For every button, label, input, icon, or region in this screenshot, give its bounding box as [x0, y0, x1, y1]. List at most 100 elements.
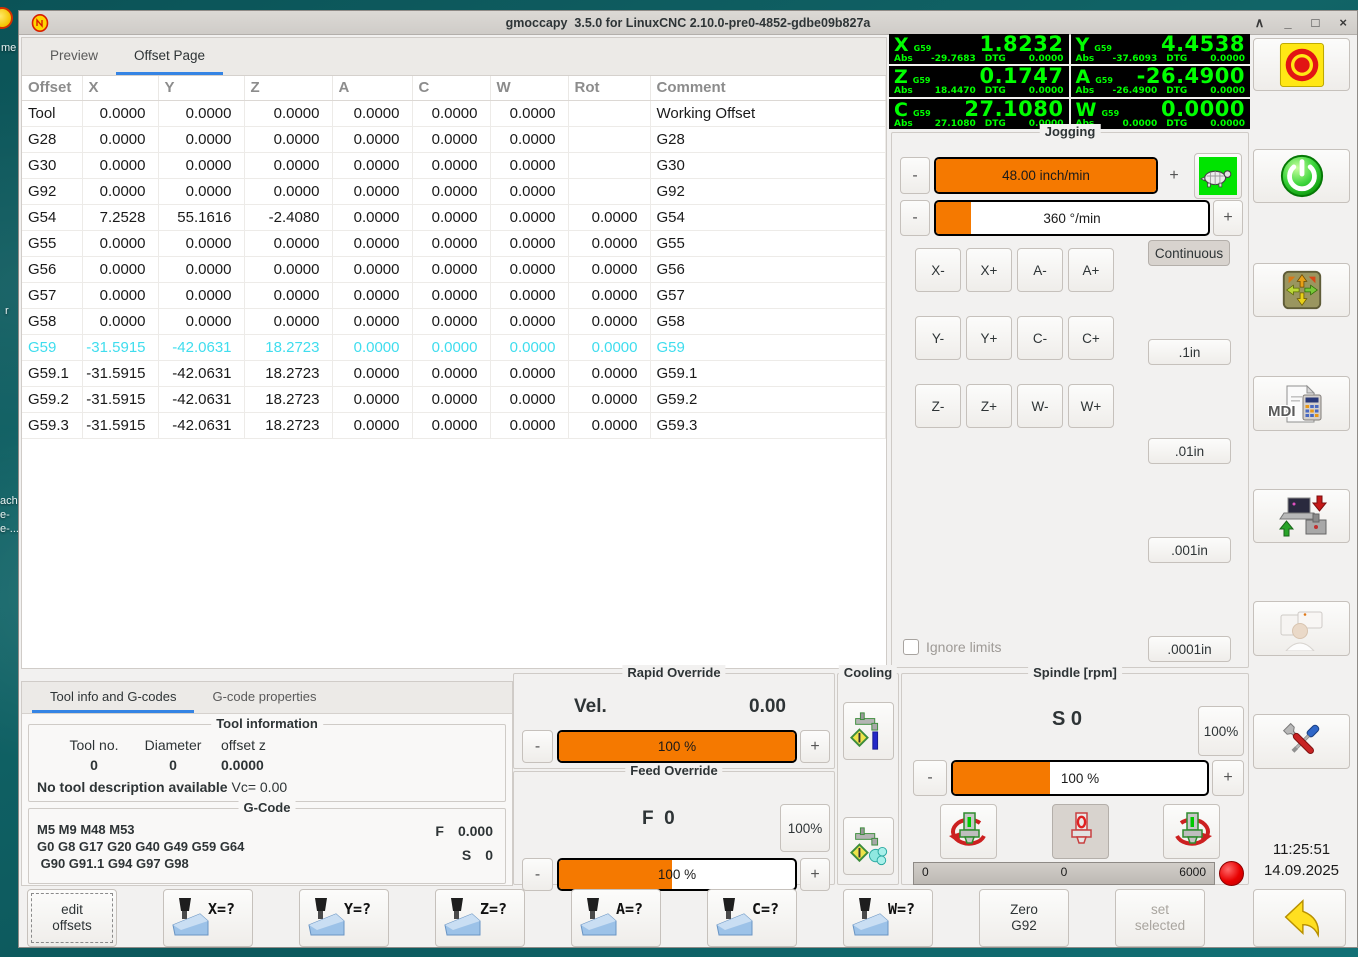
offset-cell[interactable]: 0.0000: [412, 204, 490, 230]
offset-cell[interactable]: G59.3: [650, 412, 886, 438]
offset-cell[interactable]: G56: [650, 256, 886, 282]
offset-cell[interactable]: G56: [22, 256, 82, 282]
increment-button-.001in[interactable]: .001in: [1148, 537, 1231, 563]
offset-cell[interactable]: 0.0000: [568, 256, 650, 282]
jog-button-w-plus[interactable]: W+: [1068, 384, 1114, 428]
tab-tool-info[interactable]: Tool info and G-codes: [32, 682, 194, 713]
offset-cell[interactable]: 0.0000: [490, 412, 568, 438]
offset-cell[interactable]: 18.2723: [244, 334, 332, 360]
offset-cell[interactable]: 0.0000: [82, 282, 158, 308]
jog-button-y-plus[interactable]: Y+: [966, 316, 1012, 360]
table-row[interactable]: G280.00000.00000.00000.00000.00000.0000G…: [22, 126, 886, 152]
jog-angular-speed-minus-button[interactable]: -: [900, 200, 930, 236]
col-header-a[interactable]: A: [332, 76, 412, 100]
dro-axis-z[interactable]: ZG590.1747Abs18.4470DTG0.0000: [889, 66, 1069, 96]
offset-cell[interactable]: 0.0000: [332, 126, 412, 152]
offset-cell[interactable]: 0.0000: [332, 178, 412, 204]
offset-cell[interactable]: 0.0000: [568, 412, 650, 438]
col-header-x[interactable]: X: [82, 76, 158, 100]
table-row[interactable]: G550.00000.00000.00000.00000.00000.00000…: [22, 230, 886, 256]
jog-linear-speed-plus-button[interactable]: +: [1160, 157, 1188, 194]
offset-cell[interactable]: 0.0000: [490, 204, 568, 230]
offset-cell[interactable]: 0.0000: [244, 126, 332, 152]
offset-cell[interactable]: 0.0000: [490, 152, 568, 178]
col-header-z[interactable]: Z: [244, 76, 332, 100]
offset-cell[interactable]: G28: [650, 126, 886, 152]
offset-cell[interactable]: 0.0000: [490, 256, 568, 282]
offset-cell[interactable]: 0.0000: [412, 126, 490, 152]
offset-cell[interactable]: 0.0000: [568, 282, 650, 308]
offset-cell[interactable]: 0.0000: [158, 126, 244, 152]
offset-cell[interactable]: 0.0000: [568, 334, 650, 360]
offset-cell[interactable]: Working Offset: [650, 100, 886, 126]
offset-cell[interactable]: 0.0000: [244, 308, 332, 334]
edit-offsets-button[interactable]: editoffsets: [27, 889, 117, 947]
offset-cell[interactable]: 0.0000: [490, 386, 568, 412]
touch-off-button-w[interactable]: W=?: [843, 889, 933, 947]
offset-cell[interactable]: 0.0000: [82, 126, 158, 152]
jog-button-a-minus[interactable]: A-: [1017, 248, 1063, 292]
offset-cell[interactable]: 0.0000: [82, 308, 158, 334]
spindle-override-reset-button[interactable]: 100%: [1198, 706, 1244, 756]
offset-cell[interactable]: G58: [22, 308, 82, 334]
offset-cell[interactable]: G57: [22, 282, 82, 308]
table-row[interactable]: G920.00000.00000.00000.00000.00000.0000G…: [22, 178, 886, 204]
offset-cell[interactable]: 0.0000: [412, 230, 490, 256]
offset-cell[interactable]: 0.0000: [332, 282, 412, 308]
jog-linear-speed-minus-button[interactable]: -: [900, 157, 930, 194]
offset-cell[interactable]: -31.5915: [82, 386, 158, 412]
offset-cell[interactable]: 0.0000: [332, 152, 412, 178]
offset-cell[interactable]: G55: [22, 230, 82, 256]
mdi-mode-button[interactable]: MDI: [1253, 376, 1350, 431]
offset-cell[interactable]: 0.0000: [332, 386, 412, 412]
offset-cell[interactable]: 0.0000: [412, 334, 490, 360]
offset-cell[interactable]: 7.2528: [82, 204, 158, 230]
offset-cell[interactable]: G58: [650, 308, 886, 334]
touch-off-button-z[interactable]: Z=?: [435, 889, 525, 947]
tab-offset-page[interactable]: Offset Page: [116, 38, 223, 75]
offset-cell[interactable]: G59.2: [22, 386, 82, 412]
spindle-override-slider[interactable]: 100 %: [951, 760, 1209, 796]
offset-cell[interactable]: G54: [22, 204, 82, 230]
offset-cell[interactable]: G59.2: [650, 386, 886, 412]
offset-cell[interactable]: G92: [650, 178, 886, 204]
offset-cell[interactable]: 0.0000: [332, 100, 412, 126]
offset-cell[interactable]: [568, 126, 650, 152]
offset-cell[interactable]: 0.0000: [158, 178, 244, 204]
table-row[interactable]: G547.252855.1616-2.40800.00000.00000.000…: [22, 204, 886, 230]
table-row[interactable]: G300.00000.00000.00000.00000.00000.0000G…: [22, 152, 886, 178]
offset-cell[interactable]: 0.0000: [244, 256, 332, 282]
offset-cell[interactable]: 0.0000: [158, 308, 244, 334]
col-header-rot[interactable]: Rot: [568, 76, 650, 100]
offset-cell[interactable]: G30: [650, 152, 886, 178]
offset-cell[interactable]: 0.0000: [412, 386, 490, 412]
table-row[interactable]: G59.2-31.5915-42.063118.27230.00000.0000…: [22, 386, 886, 412]
offset-cell[interactable]: [568, 178, 650, 204]
spindle-ccw-button[interactable]: [940, 804, 997, 859]
offset-cell[interactable]: -31.5915: [82, 334, 158, 360]
offset-cell[interactable]: 0.0000: [158, 256, 244, 282]
table-row[interactable]: G59-31.5915-42.063118.27230.00000.00000.…: [22, 334, 886, 360]
offset-cell[interactable]: 0.0000: [332, 204, 412, 230]
offset-cell[interactable]: 0.0000: [490, 334, 568, 360]
user-login-button[interactable]: [1253, 601, 1350, 656]
spindle-cw-button[interactable]: [1163, 804, 1220, 859]
offset-cell[interactable]: 0.0000: [490, 126, 568, 152]
settings-button[interactable]: [1253, 714, 1350, 769]
offset-cell[interactable]: 0.0000: [412, 412, 490, 438]
jog-angular-speed-plus-button[interactable]: +: [1213, 200, 1243, 236]
mist-coolant-button[interactable]: [843, 817, 894, 875]
offset-cell[interactable]: 0.0000: [244, 100, 332, 126]
increment-button-.0001in[interactable]: .0001in: [1148, 636, 1231, 662]
table-row[interactable]: G580.00000.00000.00000.00000.00000.00000…: [22, 308, 886, 334]
offset-cell[interactable]: 0.0000: [568, 204, 650, 230]
offset-cell[interactable]: G54: [650, 204, 886, 230]
offset-cell[interactable]: 0.0000: [490, 230, 568, 256]
offset-cell[interactable]: 0.0000: [412, 178, 490, 204]
spindle-override-minus-button[interactable]: -: [913, 760, 947, 796]
offset-cell[interactable]: 0.0000: [568, 360, 650, 386]
offset-cell[interactable]: 0.0000: [490, 100, 568, 126]
offset-cell[interactable]: 0.0000: [332, 412, 412, 438]
touch-off-button-x[interactable]: X=?: [163, 889, 253, 947]
offset-cell[interactable]: 0.0000: [412, 360, 490, 386]
